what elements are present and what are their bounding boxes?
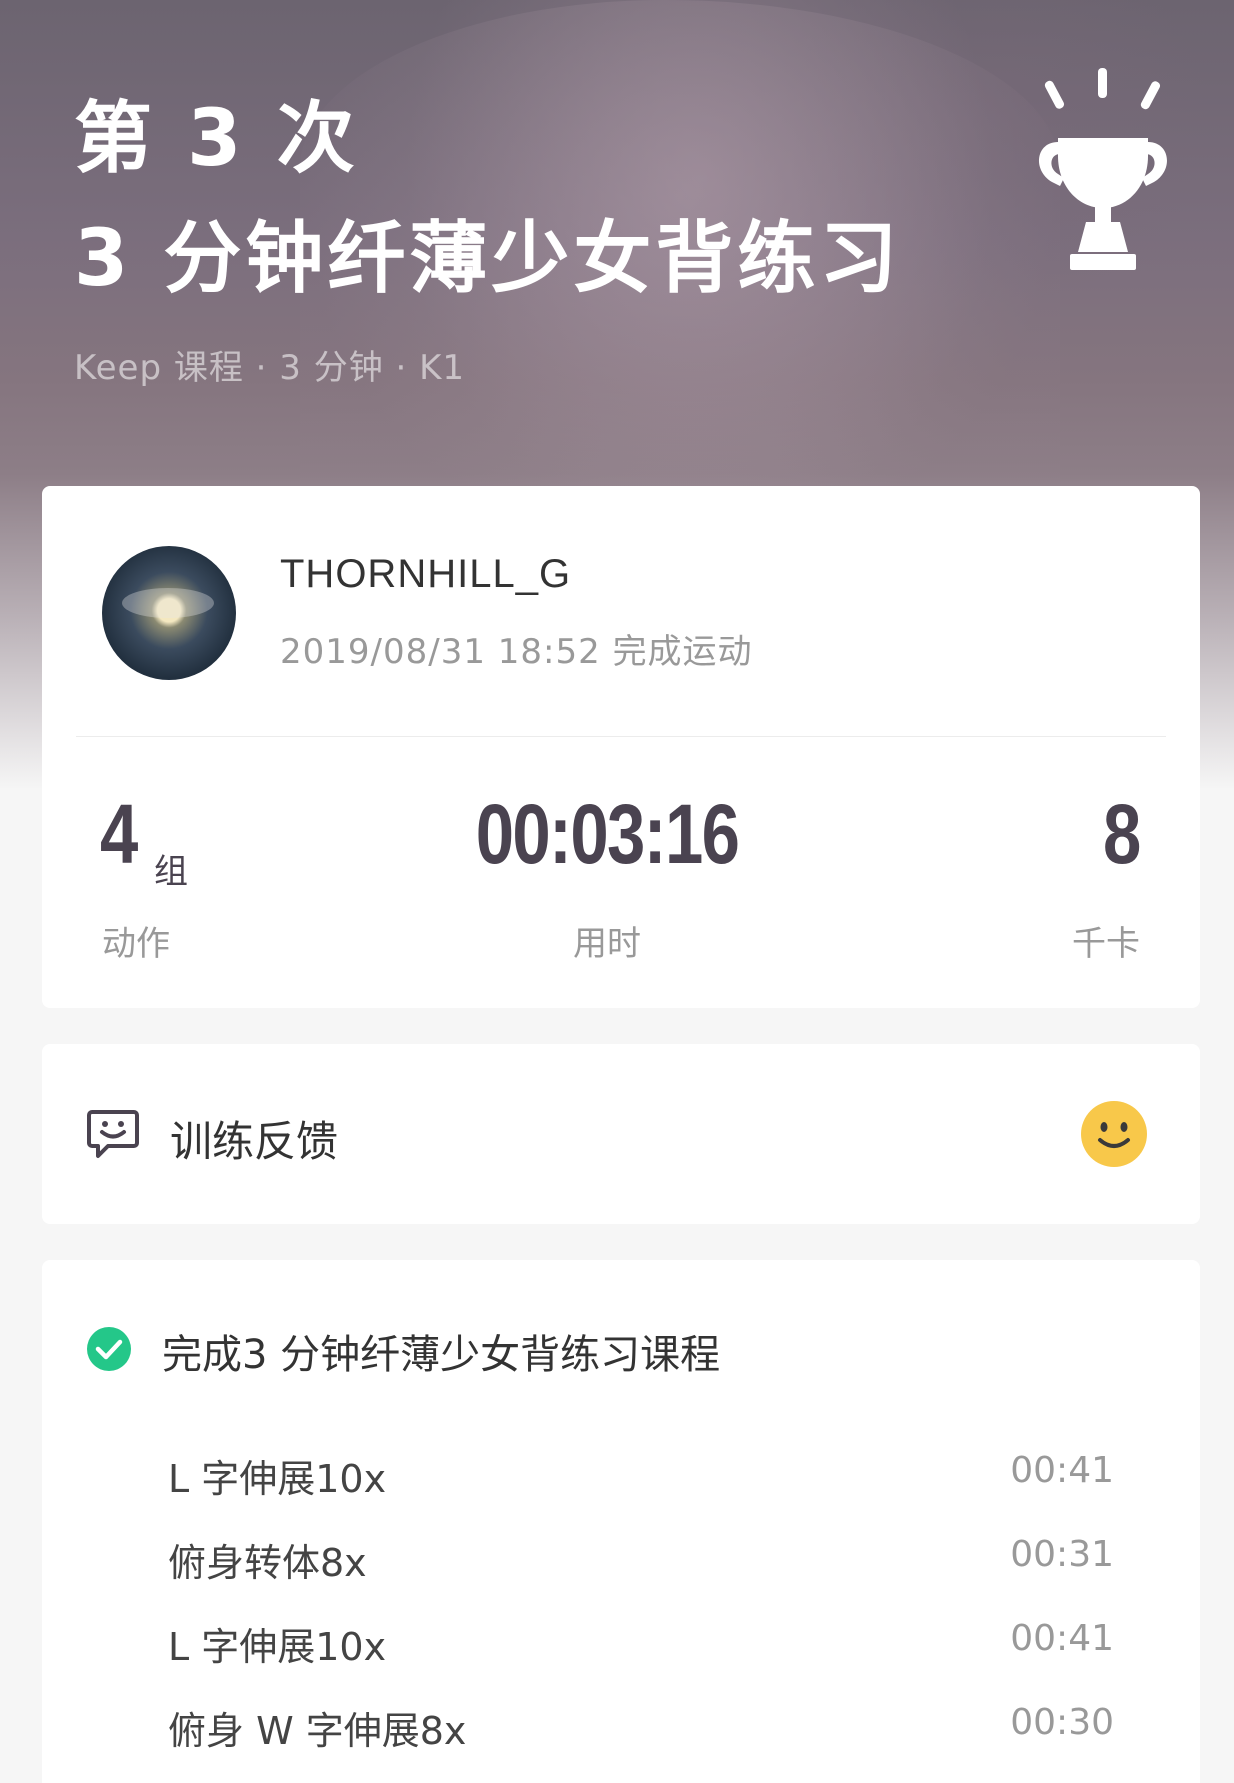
avatar[interactable] bbox=[102, 546, 236, 680]
exercise-name: L 字伸展10x bbox=[168, 1625, 387, 1669]
workout-summary-card: THORNHILL_G 2019/08/31 18:52 完成运动 4 组 动作… bbox=[42, 486, 1200, 1008]
feedback-label: 训练反馈 bbox=[170, 1117, 339, 1166]
divider bbox=[76, 736, 1166, 737]
smiley-icon[interactable] bbox=[1080, 1100, 1148, 1168]
calories-label: 千卡 bbox=[1072, 924, 1140, 964]
exercise-row[interactable]: 俯身转体8x 00:31 bbox=[42, 1514, 1200, 1598]
course-complete-label: 完成3 分钟纤薄少女背练习课程 bbox=[162, 1332, 721, 1378]
sets-label: 动作 bbox=[102, 924, 170, 964]
trophy-icon bbox=[1039, 68, 1167, 270]
course-title: 3 分钟纤薄少女背练习 bbox=[74, 214, 902, 304]
exercise-time: 00:31 bbox=[1010, 1534, 1114, 1575]
attempt-count: 第 3 次 bbox=[74, 94, 359, 184]
finished-timestamp: 2019/08/31 18:52 完成运动 bbox=[280, 632, 753, 672]
exercise-name: 俯身转体8x bbox=[168, 1541, 367, 1585]
feedback-chat-icon bbox=[87, 1110, 139, 1158]
duration-value: 00:03:16 bbox=[475, 787, 740, 881]
exercise-time: 00:41 bbox=[1010, 1450, 1114, 1491]
training-feedback-row[interactable]: 训练反馈 bbox=[42, 1044, 1200, 1224]
sets-value: 4 bbox=[100, 787, 138, 881]
course-meta: Keep 课程 · 3 分钟 · K1 bbox=[74, 348, 466, 388]
course-detail-card: 完成3 分钟纤薄少女背练习课程 L 字伸展10x 00:41 俯身转体8x 00… bbox=[42, 1260, 1200, 1783]
calories-value: 8 bbox=[1103, 787, 1141, 881]
sets-unit: 组 bbox=[154, 852, 188, 892]
exercise-row[interactable]: L 字伸展10x 00:41 bbox=[42, 1598, 1200, 1682]
exercise-time: 00:30 bbox=[1010, 1702, 1114, 1743]
exercise-name: L 字伸展10x bbox=[168, 1457, 387, 1501]
exercise-row[interactable]: L 字伸展10x 00:41 bbox=[42, 1430, 1200, 1514]
exercise-time: 00:41 bbox=[1010, 1618, 1114, 1659]
exercise-row[interactable]: 俯身 W 字伸展8x 00:30 bbox=[42, 1682, 1200, 1766]
exercise-name: 俯身 W 字伸展8x bbox=[168, 1709, 467, 1753]
check-circle-icon bbox=[87, 1327, 131, 1371]
username[interactable]: THORNHILL_G bbox=[280, 552, 571, 597]
duration-label: 用时 bbox=[573, 924, 641, 964]
